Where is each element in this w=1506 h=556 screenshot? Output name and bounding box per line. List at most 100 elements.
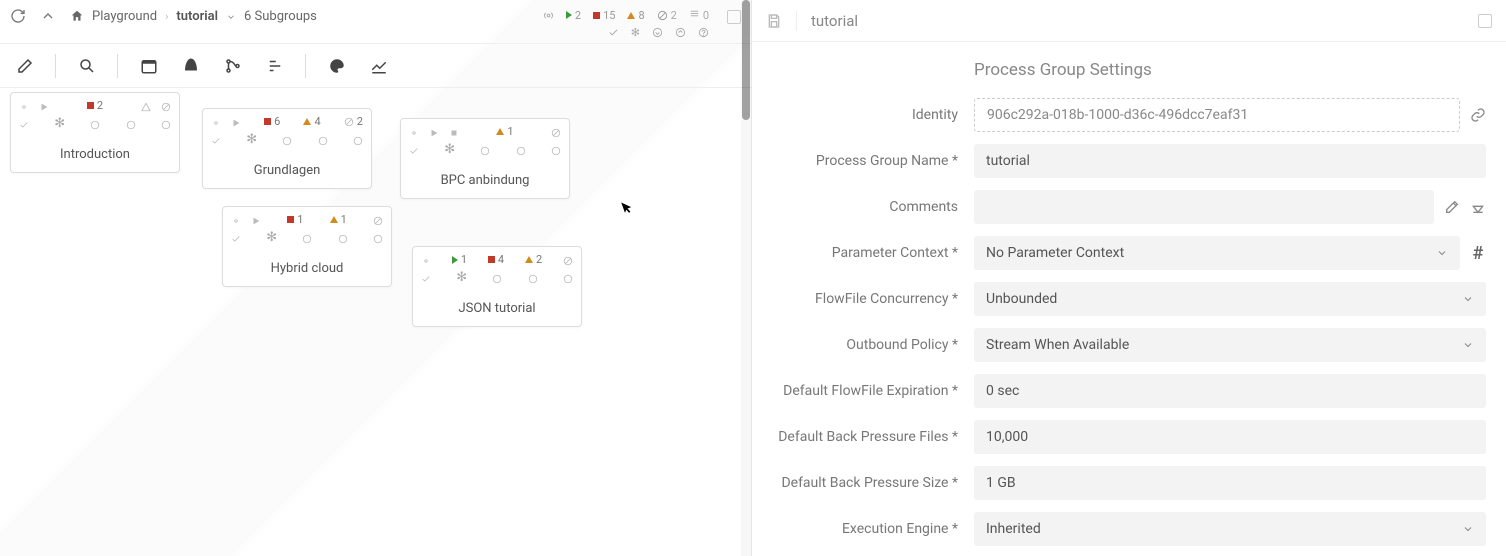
row-concurrency: FlowFile Concurrency Unbounded <box>772 282 1486 316</box>
check-icon <box>231 233 241 243</box>
concurrency-value: Unbounded <box>986 291 1057 307</box>
expiration-input[interactable]: 0 sec <box>974 374 1486 408</box>
separator <box>796 11 797 31</box>
play-icon <box>566 11 572 19</box>
canvas-pane: Playground › tutorial 6 Subgroups 2 15 8 <box>0 0 752 556</box>
process-group-card[interactable]: 2 ✻ Introduction <box>10 92 180 173</box>
down-circle-icon <box>302 233 312 243</box>
card-stopped: 6 <box>274 115 280 128</box>
palette-tool[interactable] <box>316 48 358 84</box>
label-bp-files: Default Back Pressure Files <box>772 429 958 445</box>
disabled-icon <box>551 127 561 137</box>
outbound-value: Stream When Available <box>986 337 1129 353</box>
canvas-scrollbar[interactable] <box>741 0 751 556</box>
snowflake-icon: ✻ <box>444 142 455 157</box>
row-identity: Identity 906c292a-018b-1000-d36c-496dcc7… <box>772 98 1486 132</box>
transmitting-icon <box>231 215 241 225</box>
concurrency-select[interactable]: Unbounded <box>974 282 1486 316</box>
expand-canvas-button[interactable] <box>727 10 741 24</box>
align-tool[interactable] <box>254 48 296 84</box>
collapse-up-icon[interactable] <box>40 8 56 24</box>
separator <box>46 48 66 84</box>
expiration-value: 0 sec <box>986 383 1019 399</box>
stats-tool[interactable] <box>358 48 400 84</box>
separator <box>108 48 128 84</box>
bp-size-input[interactable]: 1 GB <box>974 466 1486 500</box>
card-invalid: 1 <box>341 213 347 226</box>
canvas[interactable]: 2 ✻ Introduction <box>0 86 741 556</box>
question-circle-icon <box>373 233 383 243</box>
transmitting-icon <box>421 255 431 265</box>
card-running: 1 <box>461 253 467 266</box>
link-icon[interactable] <box>1470 107 1486 123</box>
chevron-down-icon[interactable] <box>226 11 236 21</box>
process-group-card[interactable]: 6 4 2 ✻ Grundlagen <box>202 108 372 189</box>
identity-field[interactable]: 906c292a-018b-1000-d36c-496dcc7eaf31 <box>974 98 1460 132</box>
comments-input[interactable] <box>974 190 1434 224</box>
separator <box>296 48 316 84</box>
transmitting-icon <box>543 10 554 21</box>
chevron-down-icon <box>1462 523 1474 535</box>
status-queued: 0 <box>703 9 709 22</box>
status-running: 2 <box>575 9 581 22</box>
warning-icon <box>303 118 311 125</box>
disabled-icon <box>657 10 668 21</box>
process-group-card[interactable]: 1 ✻ BPC anbindung <box>400 118 570 199</box>
scrollbar-thumb[interactable] <box>742 0 750 120</box>
edit-tool[interactable] <box>4 48 46 84</box>
detail-header: tutorial <box>752 0 1506 42</box>
transmitting-icon <box>409 127 419 137</box>
bp-files-input[interactable]: 10,000 <box>974 420 1486 454</box>
breadcrumb-root[interactable]: Playground <box>92 9 157 24</box>
label-name: Process Group Name <box>772 153 958 169</box>
services-tool[interactable] <box>170 48 212 84</box>
play-icon <box>39 101 49 111</box>
name-value: tutorial <box>986 153 1030 169</box>
check-icon <box>19 119 29 129</box>
exec-engine-select[interactable]: Inherited <box>974 512 1486 546</box>
detail-title: tutorial <box>811 12 858 30</box>
disabled-icon <box>161 101 171 111</box>
outbound-select[interactable]: Stream When Available <box>974 328 1486 362</box>
zoom-tool[interactable] <box>66 48 108 84</box>
name-input[interactable]: tutorial <box>974 144 1486 178</box>
expand-editor-icon[interactable] <box>1444 199 1460 215</box>
stop-icon <box>264 118 271 125</box>
row-comments: Comments <box>772 190 1486 224</box>
process-group-card[interactable]: 1 4 2 ✻ JSON tutorial <box>412 246 582 327</box>
breadcrumb-current[interactable]: tutorial <box>176 9 218 24</box>
snowflake-icon: ✻ <box>246 132 257 147</box>
warning-icon <box>330 216 338 223</box>
card-title: Hybrid cloud <box>223 247 391 286</box>
stop-icon <box>287 216 294 223</box>
calendar-tool[interactable] <box>128 48 170 84</box>
maximize-button[interactable] <box>1478 14 1492 28</box>
up-circle-icon <box>516 145 526 155</box>
down-circle-icon <box>492 273 502 283</box>
card-invalid: 2 <box>536 253 542 266</box>
row-bp-files: Default Back Pressure Files 10,000 <box>772 420 1486 454</box>
clear-icon[interactable] <box>1470 199 1486 215</box>
label-comments: Comments <box>772 199 958 215</box>
breadcrumb: Playground › tutorial 6 Subgroups <box>70 9 317 24</box>
hash-icon[interactable]: # <box>1470 245 1486 261</box>
label-identity: Identity <box>772 107 958 123</box>
warning-icon <box>496 128 504 135</box>
process-group-card[interactable]: 1 1 ✻ Hybrid cloud <box>222 206 392 287</box>
up-circle-icon <box>318 135 328 145</box>
warning-icon <box>141 101 151 111</box>
section-title: Process Group Settings <box>974 60 1486 80</box>
param-ctx-select[interactable]: No Parameter Context <box>974 236 1460 270</box>
label-param-ctx: Parameter Context <box>772 245 958 261</box>
save-icon[interactable] <box>766 13 782 29</box>
up-circle-icon <box>338 233 348 243</box>
disabled-icon <box>344 117 354 127</box>
question-circle-icon <box>563 273 573 283</box>
card-title: Introduction <box>11 133 179 172</box>
check-icon <box>409 145 419 155</box>
version-tool[interactable] <box>212 48 254 84</box>
home-icon[interactable] <box>70 9 84 23</box>
up-circle-icon <box>126 119 136 129</box>
refresh-icon[interactable] <box>10 8 26 24</box>
label-outbound: Outbound Policy <box>772 337 958 353</box>
